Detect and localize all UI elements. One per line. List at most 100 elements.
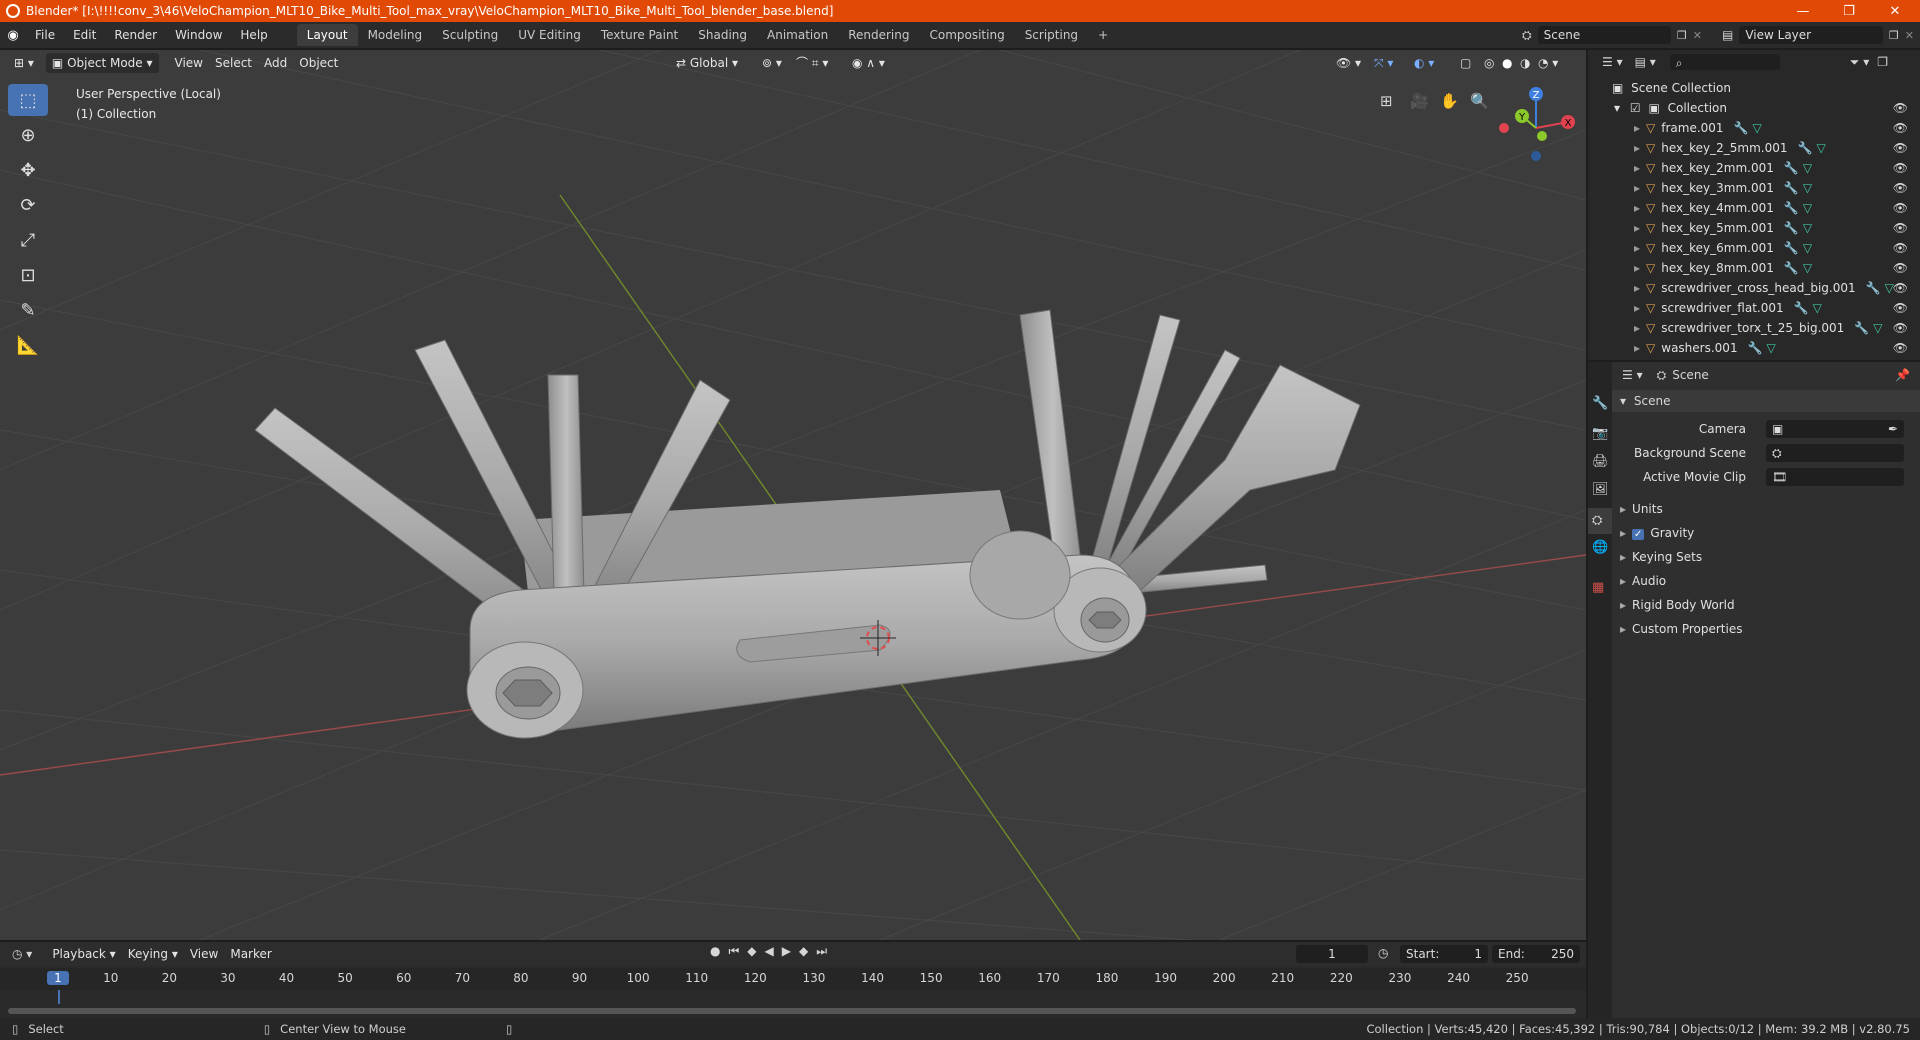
properties-section-rigid-body-world[interactable]: ▸ Rigid Body World <box>1612 594 1912 616</box>
scene-tab-icon[interactable]: ⛭ <box>1588 508 1612 534</box>
tab-modeling[interactable]: Modeling <box>358 24 433 46</box>
new-collection-icon[interactable]: ❐ <box>1877 55 1888 69</box>
select-box-tool-icon[interactable]: ⬚ <box>8 84 48 116</box>
navigation-gizmo[interactable]: ⊞ 🎥 ✋ 🔍 Z X Y <box>1380 86 1580 166</box>
modifier-icon[interactable]: 🔧 <box>1784 181 1799 195</box>
eye-icon[interactable]: 👁 <box>1893 298 1908 318</box>
tab-compositing[interactable]: Compositing <box>919 24 1014 46</box>
active-movie-clip-field[interactable]: 🎞 <box>1766 468 1904 486</box>
outliner-object-row[interactable]: ▸ ▽ hex_key_5mm.001 🔧 ▽ 👁 <box>1588 218 1920 238</box>
blender-menu-icon[interactable]: ◉ <box>0 28 26 43</box>
display-mode-icon[interactable]: ▤ ▾ <box>1635 55 1656 69</box>
menu-edit[interactable]: Edit <box>64 22 105 48</box>
current-frame-field[interactable]: 1 <box>1296 945 1368 963</box>
annotate-tool-icon[interactable]: ✎ <box>8 294 48 326</box>
expand-arrow-icon[interactable]: ▸ <box>1634 201 1640 215</box>
multi-tool-model[interactable] <box>254 309 1361 739</box>
timeline-editor-icon[interactable]: ◷ ▾ <box>12 947 32 961</box>
start-frame-field[interactable]: Start: 1 <box>1400 945 1488 963</box>
outliner-object-row[interactable]: ▸ ▽ hex_key_3mm.001 🔧 ▽ 👁 <box>1588 178 1920 198</box>
outliner-object-row[interactable]: ▸ ▽ screwdriver_torx_t_25_big.001 🔧 ▽ 👁 <box>1588 318 1920 338</box>
texture-tab-icon[interactable]: ▦ <box>1592 580 1604 595</box>
select-menu[interactable]: Select <box>209 53 258 73</box>
camera-field[interactable]: ▣ ✒ <box>1766 420 1904 438</box>
playback-menu[interactable]: Playback ▾ <box>46 944 121 964</box>
expand-arrow-icon[interactable]: ▸ <box>1634 161 1640 175</box>
mesh-data-icon[interactable]: ▽ <box>1813 301 1822 315</box>
modifier-icon[interactable]: 🔧 <box>1798 141 1813 155</box>
eyedropper-icon[interactable]: ✒ <box>1888 420 1898 438</box>
modifier-icon[interactable]: 🔧 <box>1784 261 1799 275</box>
delete-view-layer-icon[interactable]: ✕ <box>1905 29 1914 42</box>
new-scene-icon[interactable]: ❐ <box>1677 29 1687 42</box>
visibility-icon[interactable]: 👁 ▾ <box>1330 53 1367 73</box>
view-layer-selector[interactable]: ▤ View Layer ❐ ✕ <box>1722 26 1914 44</box>
outliner-editor-icon[interactable]: ☰ ▾ <box>1602 55 1623 69</box>
eye-icon[interactable]: 👁 <box>1893 238 1908 258</box>
modifier-icon[interactable]: 🔧 <box>1854 321 1869 335</box>
next-keyframe-icon[interactable]: ◆ <box>799 944 808 959</box>
expand-arrow-icon[interactable]: ▸ <box>1634 261 1640 275</box>
eye-icon[interactable]: 👁 <box>1893 318 1908 338</box>
collection-checkbox[interactable]: ☑ <box>1630 101 1641 115</box>
eye-icon[interactable]: 👁 <box>1893 118 1908 138</box>
filter-icon[interactable]: ⏷ ▾ <box>1850 55 1869 70</box>
outliner-object-row[interactable]: ▸ ▽ hex_key_4mm.001 🔧 ▽ 👁 <box>1588 198 1920 218</box>
mesh-data-icon[interactable]: ▽ <box>1767 341 1776 355</box>
menu-help[interactable]: Help <box>231 22 276 48</box>
mesh-data-icon[interactable]: ▽ <box>1803 161 1812 175</box>
marker-menu[interactable]: Marker <box>224 944 277 964</box>
properties-editor-icon[interactable]: ☰ ▾ <box>1622 368 1643 382</box>
rendered-shading-icon[interactable]: ◔ ▾ <box>1532 53 1564 73</box>
cursor-tool-icon[interactable]: ⊕ <box>8 119 48 151</box>
outliner-object-row[interactable]: ▸ ▽ frame.001 🔧 ▽ 👁 <box>1588 118 1920 138</box>
expand-arrow-icon[interactable]: ▸ <box>1634 281 1640 295</box>
proportional-edit-icon[interactable]: ◉ ∧ ▾ <box>846 53 891 73</box>
eye-icon[interactable]: 👁 <box>1893 158 1908 178</box>
pivot-point-icon[interactable]: ⊚ ▾ <box>756 53 788 73</box>
tab-layout[interactable]: Layout <box>296 24 358 46</box>
outliner-object-row[interactable]: ▸ ▽ hex_key_6mm.001 🔧 ▽ 👁 <box>1588 238 1920 258</box>
grid-view-icon[interactable]: ⊞ <box>1380 92 1393 110</box>
tab-shading[interactable]: Shading <box>688 24 757 46</box>
outliner-object-row[interactable]: ▸ ▽ screwdriver_cross_head_big.001 🔧 ▽ 👁 <box>1588 278 1920 298</box>
gravity-checkbox[interactable]: ✓ <box>1632 529 1645 540</box>
properties-section-keying-sets[interactable]: ▸ Keying Sets <box>1612 546 1912 568</box>
modifier-icon[interactable]: 🔧 <box>1748 341 1763 355</box>
tab-rendering[interactable]: Rendering <box>838 24 919 46</box>
record-icon[interactable]: ● <box>710 944 720 959</box>
collapse-arrow-icon[interactable]: ▾ <box>1614 101 1620 115</box>
tab-animation[interactable]: Animation <box>757 24 838 46</box>
outliner-search-input[interactable]: ⌕ <box>1669 54 1780 70</box>
modifier-icon[interactable]: 🔧 <box>1784 161 1799 175</box>
menu-file[interactable]: File <box>26 22 64 48</box>
delete-scene-icon[interactable]: ✕ <box>1693 29 1702 42</box>
output-tab-icon[interactable]: 🖨 <box>1592 454 1609 469</box>
outliner-object-row[interactable]: ▸ ▽ washers.001 🔧 ▽ 👁 <box>1588 338 1920 358</box>
tab-sculpting[interactable]: Sculpting <box>432 24 508 46</box>
expand-arrow-icon[interactable]: ▸ <box>1634 301 1640 315</box>
expand-arrow-icon[interactable]: ▸ <box>1634 121 1640 135</box>
modifier-icon[interactable]: 🔧 <box>1784 201 1799 215</box>
modifier-icon[interactable]: 🔧 <box>1734 121 1749 135</box>
properties-section-gravity[interactable]: ▸ ✓ Gravity <box>1612 522 1912 544</box>
expand-arrow-icon[interactable]: ▸ <box>1634 241 1640 255</box>
end-frame-field[interactable]: End: 250 <box>1492 945 1580 963</box>
camera-view-icon[interactable]: 🎥 <box>1410 92 1429 110</box>
play-reverse-icon[interactable]: ◀ <box>765 944 774 959</box>
pin-icon[interactable]: 📌 <box>1895 368 1910 382</box>
transform-orientation-dropdown[interactable]: ⇄ Global ▾ <box>670 53 744 73</box>
mesh-data-icon[interactable]: ▽ <box>1803 201 1812 215</box>
add-menu[interactable]: Add <box>258 53 293 73</box>
view-layer-field[interactable]: View Layer <box>1739 26 1883 44</box>
expand-arrow-icon[interactable]: ▸ <box>1634 181 1640 195</box>
eye-icon[interactable]: 👁 <box>1893 218 1908 238</box>
collection-row[interactable]: ▾ ☑ ▣ Collection 👁 <box>1588 98 1920 118</box>
keying-menu[interactable]: Keying ▾ <box>122 944 184 964</box>
clock-icon[interactable]: ◷ <box>1378 946 1388 960</box>
modifier-icon[interactable]: 🔧 <box>1794 301 1809 315</box>
modifier-icon[interactable]: 🔧 <box>1784 221 1799 235</box>
mesh-data-icon[interactable]: ▽ <box>1803 221 1812 235</box>
menu-window[interactable]: Window <box>166 22 231 48</box>
snap-icon[interactable]: ⌒ ⌗ ▾ <box>790 53 834 73</box>
